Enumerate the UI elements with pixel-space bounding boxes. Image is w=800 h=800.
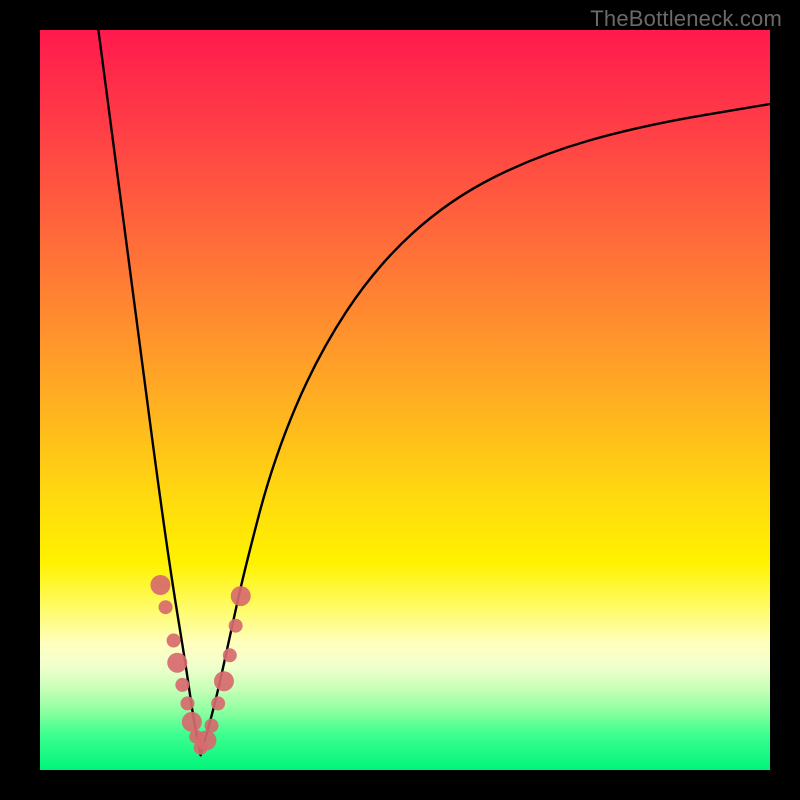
data-point bbox=[214, 671, 234, 691]
dots-group bbox=[150, 575, 250, 755]
data-point bbox=[150, 575, 170, 595]
chart-svg bbox=[40, 30, 770, 770]
plot-area bbox=[40, 30, 770, 770]
curve-group bbox=[98, 30, 770, 755]
curve-curve-left bbox=[98, 30, 200, 755]
data-point bbox=[175, 678, 189, 692]
curve-curve-right bbox=[201, 104, 770, 755]
data-point bbox=[229, 619, 243, 633]
data-point bbox=[196, 730, 216, 750]
data-point bbox=[231, 586, 251, 606]
data-point bbox=[159, 600, 173, 614]
data-point bbox=[167, 634, 181, 648]
data-point bbox=[182, 712, 202, 732]
data-point bbox=[205, 719, 219, 733]
watermark-text: TheBottleneck.com bbox=[590, 6, 782, 32]
data-point bbox=[180, 696, 194, 710]
chart-frame: TheBottleneck.com bbox=[0, 0, 800, 800]
data-point bbox=[223, 648, 237, 662]
data-point bbox=[167, 653, 187, 673]
data-point bbox=[211, 696, 225, 710]
